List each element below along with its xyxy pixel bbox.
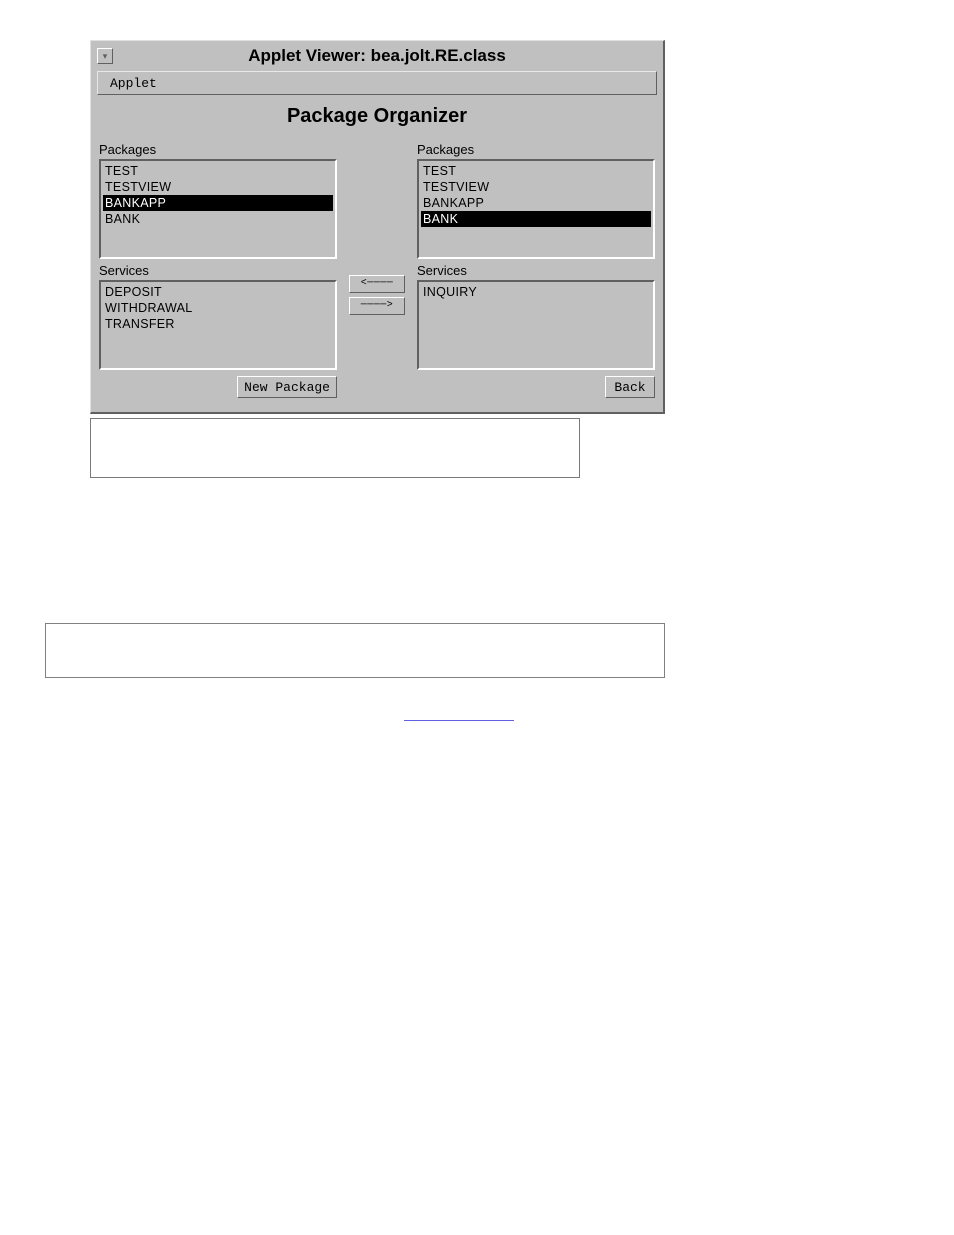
system-menu-icon[interactable]: ▾ <box>97 48 113 64</box>
menu-applet[interactable]: Applet <box>98 76 169 91</box>
doc-link[interactable] <box>404 709 514 721</box>
list-item[interactable]: TESTVIEW <box>421 179 651 195</box>
list-item[interactable]: BANKAPP <box>421 195 651 211</box>
list-item[interactable]: TEST <box>421 163 651 179</box>
packages-list-left[interactable]: TESTTESTVIEWBANKAPPBANK <box>99 159 337 259</box>
label-packages-right: Packages <box>417 142 655 157</box>
note-box <box>45 623 665 678</box>
label-services-left: Services <box>99 263 337 278</box>
label-services-right: Services <box>417 263 655 278</box>
label-packages-left: Packages <box>99 142 337 157</box>
list-item[interactable]: TEST <box>103 163 333 179</box>
panel-title: Package Organizer <box>99 99 655 138</box>
list-item[interactable]: BANKAPP <box>103 195 333 211</box>
caption-box <box>90 418 580 478</box>
list-item[interactable]: BANK <box>421 211 651 227</box>
list-item[interactable]: TESTVIEW <box>103 179 333 195</box>
move-right-button[interactable]: ────> <box>349 297 405 315</box>
document-body <box>90 623 914 726</box>
menu-bar: Applet <box>97 71 657 95</box>
move-left-button[interactable]: <──── <box>349 275 405 293</box>
back-button[interactable]: Back <box>605 376 655 398</box>
button-row: New Package Back <box>99 370 655 398</box>
new-package-button[interactable]: New Package <box>237 376 337 398</box>
list-item[interactable]: WITHDRAWAL <box>103 300 333 316</box>
packages-list-right[interactable]: TESTTESTVIEWBANKAPPBANK <box>417 159 655 259</box>
list-item[interactable]: BANK <box>103 211 333 227</box>
list-item[interactable]: INQUIRY <box>421 284 651 300</box>
paragraph <box>90 708 914 726</box>
title-bar: ▾ Applet Viewer: bea.jolt.RE.class <box>91 41 663 71</box>
services-list-right[interactable]: INQUIRY <box>417 280 655 370</box>
packages-row: Packages TESTTESTVIEWBANKAPPBANK Package… <box>99 138 655 259</box>
list-item[interactable]: DEPOSIT <box>103 284 333 300</box>
applet-window: ▾ Applet Viewer: bea.jolt.RE.class Apple… <box>90 40 665 414</box>
window-title: Applet Viewer: bea.jolt.RE.class <box>121 46 633 66</box>
list-item[interactable]: TRANSFER <box>103 316 333 332</box>
transfer-buttons: <──── ────> <box>349 275 405 315</box>
services-row: Services DEPOSITWITHDRAWALTRANSFER Servi… <box>99 259 655 370</box>
services-list-left[interactable]: DEPOSITWITHDRAWALTRANSFER <box>99 280 337 370</box>
